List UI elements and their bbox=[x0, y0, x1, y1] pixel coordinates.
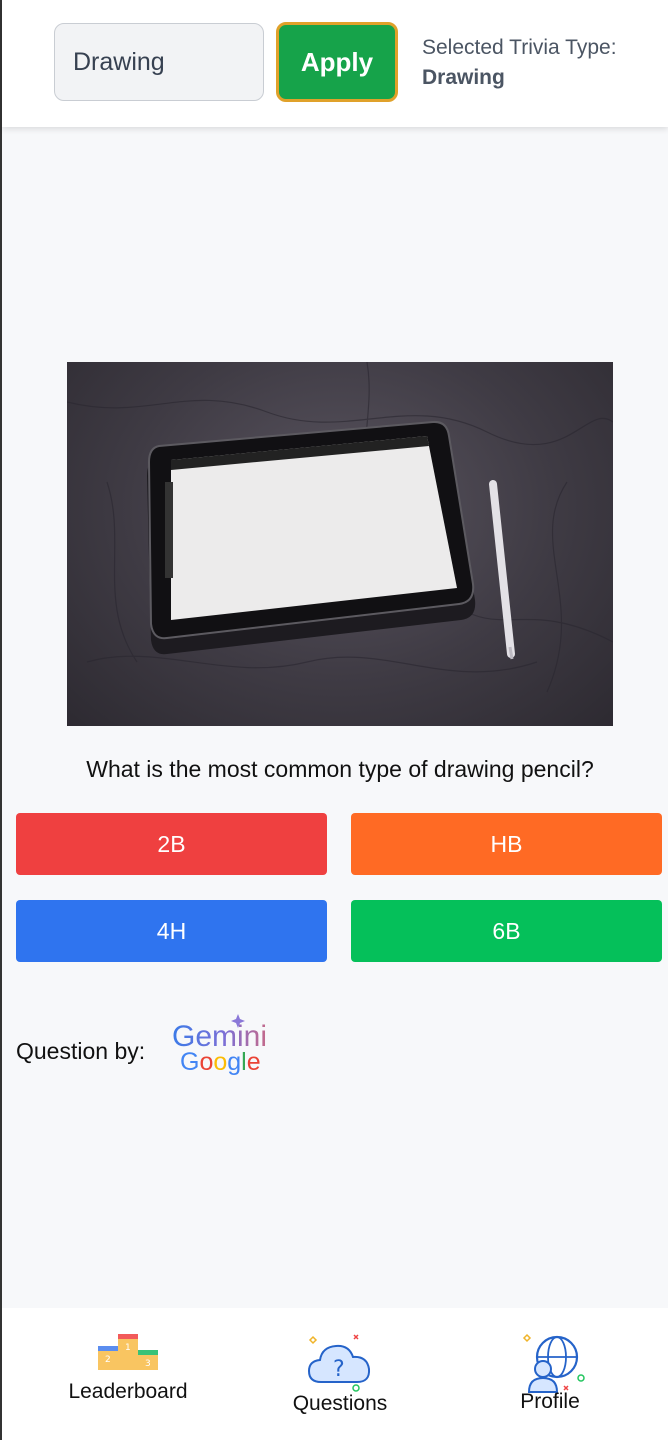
header-bar: Apply Selected Trivia Type: Drawing bbox=[2, 0, 668, 127]
globe-user-icon bbox=[522, 1333, 585, 1393]
trivia-type-input[interactable] bbox=[54, 23, 264, 101]
cloud-question-icon: ? bbox=[307, 1334, 371, 1392]
nav-profile[interactable]: Profile bbox=[450, 1308, 650, 1440]
question-text: What is the most common type of drawing … bbox=[86, 756, 594, 782]
question-image bbox=[67, 362, 613, 726]
gemini-google-logo: Gemini Google bbox=[168, 1012, 278, 1087]
svg-text:3: 3 bbox=[145, 1359, 151, 1369]
selected-type-value: Drawing bbox=[422, 66, 505, 89]
nav-questions-label: Questions bbox=[292, 1392, 388, 1415]
svg-text:?: ? bbox=[333, 1357, 345, 1382]
svg-text:1: 1 bbox=[125, 1343, 131, 1353]
nav-questions[interactable]: ? Questions bbox=[240, 1308, 440, 1440]
selected-type-label: Selected Trivia Type: bbox=[422, 36, 617, 59]
answer-button-2[interactable]: HB bbox=[351, 813, 662, 875]
answer-button-1[interactable]: 2B bbox=[16, 813, 327, 875]
nav-leaderboard[interactable]: 1 2 3 Leaderboard bbox=[28, 1308, 228, 1440]
svg-text:2: 2 bbox=[105, 1355, 111, 1365]
nav-leaderboard-label: Leaderboard bbox=[68, 1380, 188, 1403]
nav-profile-label: Profile bbox=[520, 1390, 580, 1413]
svg-text:Google: Google bbox=[180, 1048, 261, 1076]
answer-button-4[interactable]: 6B bbox=[351, 900, 662, 962]
podium-icon: 1 2 3 bbox=[98, 1334, 158, 1370]
bottom-navigation: 1 2 3 Leaderboard ? Questions Profile bbox=[2, 1308, 668, 1440]
apply-button[interactable]: Apply bbox=[276, 22, 398, 102]
question-credit-label: Question by: bbox=[16, 1038, 146, 1064]
answer-button-3[interactable]: 4H bbox=[16, 900, 327, 962]
